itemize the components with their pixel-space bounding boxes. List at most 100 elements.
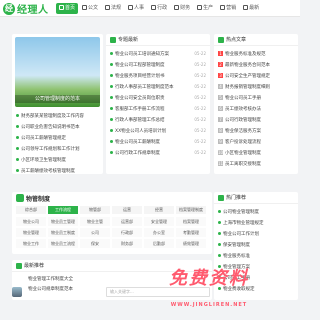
- list-item[interactable]: 保安管理制度: [218, 239, 294, 250]
- list-item-title: 公司安全生产管理规定: [225, 73, 270, 79]
- rules-link[interactable]: 公司: [80, 228, 110, 237]
- rules-link[interactable]: 物业公司: [16, 217, 46, 226]
- list-item[interactable]: 小区环境卫生管理制度: [16, 154, 99, 165]
- rules-link[interactable]: 后勤部: [144, 239, 174, 248]
- rules-link[interactable]: 财务部: [112, 239, 142, 248]
- rules-link[interactable]: 物业管理: [16, 228, 46, 237]
- list-item[interactable]: 公司员工薪酬管理规定: [16, 132, 99, 143]
- list-item[interactable]: 行政人事部员工管理制度范本 05-22: [110, 81, 206, 92]
- tab-item[interactable]: 经营: [144, 206, 174, 214]
- rules-link[interactable]: 办公室: [144, 228, 174, 237]
- list-item-title: 物业服务标准: [223, 253, 250, 259]
- hero-image[interactable]: 公司管理制度的范本: [15, 37, 100, 107]
- list-item[interactable]: 3 公司安全生产管理规定: [218, 70, 294, 81]
- list-item[interactable]: 6 员工绩效考核办法: [218, 103, 294, 114]
- list-item[interactable]: 上海市物业管理规定: [218, 217, 294, 228]
- list-item[interactable]: 9 客户投诉处理流程: [218, 136, 294, 147]
- list-item[interactable]: 7 公司行政管理制度: [218, 114, 294, 125]
- list-item[interactable]: 11 员工离职交接制度: [218, 158, 294, 169]
- nav-item-label: 首页: [65, 5, 76, 11]
- latest-list: 物业公司员工培训通知方案 05-22 物业公司工程部管理制度 05-22 物业服务项目经…: [106, 46, 210, 158]
- bullet-icon: [110, 129, 113, 132]
- rules-link[interactable]: 物业员工流程: [48, 239, 78, 248]
- list-item-date: 05-22: [194, 139, 206, 144]
- list-item[interactable]: 物业公司安全员岗位职责 05-22: [110, 92, 206, 103]
- latest-title: 专题最新: [118, 37, 139, 43]
- hero-caption: 公司管理制度的范本: [15, 95, 100, 103]
- list-item[interactable]: 物业公司工作计划: [218, 228, 294, 239]
- list-item[interactable]: 公司物业管理制度: [218, 206, 294, 217]
- rules-link[interactable]: 行政部: [112, 228, 142, 237]
- rules-link[interactable]: 物业工作: [16, 239, 46, 248]
- list-item[interactable]: 公司职业危害告知说明书范本: [16, 121, 99, 132]
- rules-link[interactable]: 考勤管理: [176, 228, 206, 237]
- tab-item[interactable]: 综合部: [16, 206, 46, 214]
- list-item[interactable]: 10 小区物业管理制度: [218, 147, 294, 158]
- bullet-icon: [16, 114, 19, 117]
- property-rules-panel: 物管制度 综合部 工作流程 物管部 运营 经营 档案管理制度 物业公司 物业员工管理 物业主管…: [12, 192, 212, 254]
- nav-item-label: 生产: [203, 5, 214, 11]
- nav-item[interactable]: 营销: [217, 3, 239, 14]
- list-item[interactable]: 1 物业服务标准及规范: [218, 48, 294, 59]
- list-item[interactable]: 5 物业公司员工手册: [218, 92, 294, 103]
- rank-badge: 2: [218, 62, 223, 67]
- list-item-title: 物业公司员工手册: [225, 95, 261, 101]
- rules-link[interactable]: 绩效管理: [176, 239, 206, 248]
- list-item-title: 物业服务项目经营计划书: [115, 73, 165, 79]
- list-item-title: 公司领导工作规划和工作计划: [21, 146, 80, 152]
- nav-item[interactable]: 财务: [171, 3, 193, 14]
- list-item[interactable]: 物业服务标准: [218, 250, 294, 261]
- list-item[interactable]: XX物业公司人员培训计划 05-22: [110, 125, 206, 136]
- list-item-title: 公司员工薪酬管理规定: [21, 135, 66, 141]
- list-item[interactable]: 财务部某某管理制度及工作内容: [16, 110, 99, 121]
- list-item[interactable]: 4 财务报销管理制度细则: [218, 81, 294, 92]
- rank-badge: 6: [218, 106, 223, 111]
- tab-item[interactable]: 工作流程: [48, 206, 78, 214]
- bullet-icon: [218, 254, 221, 257]
- list-item-title: 最新物业服务合同范本: [225, 62, 270, 68]
- list-item-title: 物业公司工程部管理制度: [115, 62, 165, 68]
- nav-item[interactable]: 首页: [56, 3, 79, 14]
- section-icon: [218, 36, 224, 43]
- nav-item[interactable]: 人事: [125, 3, 147, 14]
- list-item-title: 财务报销管理制度细则: [225, 84, 270, 90]
- rules-link[interactable]: 档案管理: [176, 217, 206, 226]
- nav-item[interactable]: 最新: [240, 3, 262, 14]
- rules-link[interactable]: 物业员工管理: [48, 217, 78, 226]
- admin-icon: [151, 5, 157, 10]
- tab-item[interactable]: 物管部: [80, 206, 110, 214]
- rules-link[interactable]: 物业员工制度: [48, 228, 78, 237]
- tab-item[interactable]: 运营: [112, 206, 142, 214]
- bullet-icon: [110, 63, 113, 66]
- bullet-icon: [16, 125, 19, 128]
- nav-item[interactable]: 行政: [148, 3, 170, 14]
- list-item[interactable]: 8 物业保洁服务方案: [218, 125, 294, 136]
- nav-item-label: 行政: [157, 5, 168, 11]
- list-item-title: 员工薪酬绩效考核管理制度: [21, 168, 75, 174]
- thumbnail-image[interactable]: [12, 287, 22, 297]
- rules-link[interactable]: 安全管理: [144, 217, 174, 226]
- bullet-icon: [110, 140, 113, 143]
- rules-link[interactable]: 物业主管: [80, 217, 110, 226]
- nav-item[interactable]: 生产: [194, 3, 216, 14]
- rules-link[interactable]: 保安: [80, 239, 110, 248]
- nav-item[interactable]: 法规: [102, 3, 124, 14]
- rank-badge: 10: [218, 150, 224, 155]
- list-item[interactable]: 物业服务项目经营计划书 05-22: [110, 70, 206, 81]
- list-item[interactable]: 物业公司工程部管理制度 05-22: [110, 59, 206, 70]
- list-item[interactable]: 物业公司员工薪酬制度 05-22: [110, 136, 206, 147]
- list-item[interactable]: 行政人事部管理工作总结 05-22: [110, 114, 206, 125]
- rank-badge: 7: [218, 117, 223, 122]
- nav-item[interactable]: 公文: [79, 3, 101, 14]
- list-item[interactable]: 客服部工作手册工作流程 05-22: [110, 103, 206, 114]
- list-item[interactable]: 员工薪酬绩效考核管理制度: [16, 165, 99, 176]
- list-item[interactable]: 公司领导工作规划和工作计划: [16, 143, 99, 154]
- list-item-date: 05-22: [194, 62, 206, 67]
- tab-item[interactable]: 档案管理制度: [176, 206, 206, 214]
- section-icon: [218, 194, 224, 201]
- rules-link[interactable]: 运营部: [112, 217, 142, 226]
- list-item[interactable]: 公司行政工作规章制度 05-22: [110, 147, 206, 158]
- list-item[interactable]: 物业公司员工培训通知方案 05-22: [110, 48, 206, 59]
- list-item[interactable]: 2 最新物业服务合同范本: [218, 59, 294, 70]
- site-logo[interactable]: 经 经理人: [3, 2, 49, 16]
